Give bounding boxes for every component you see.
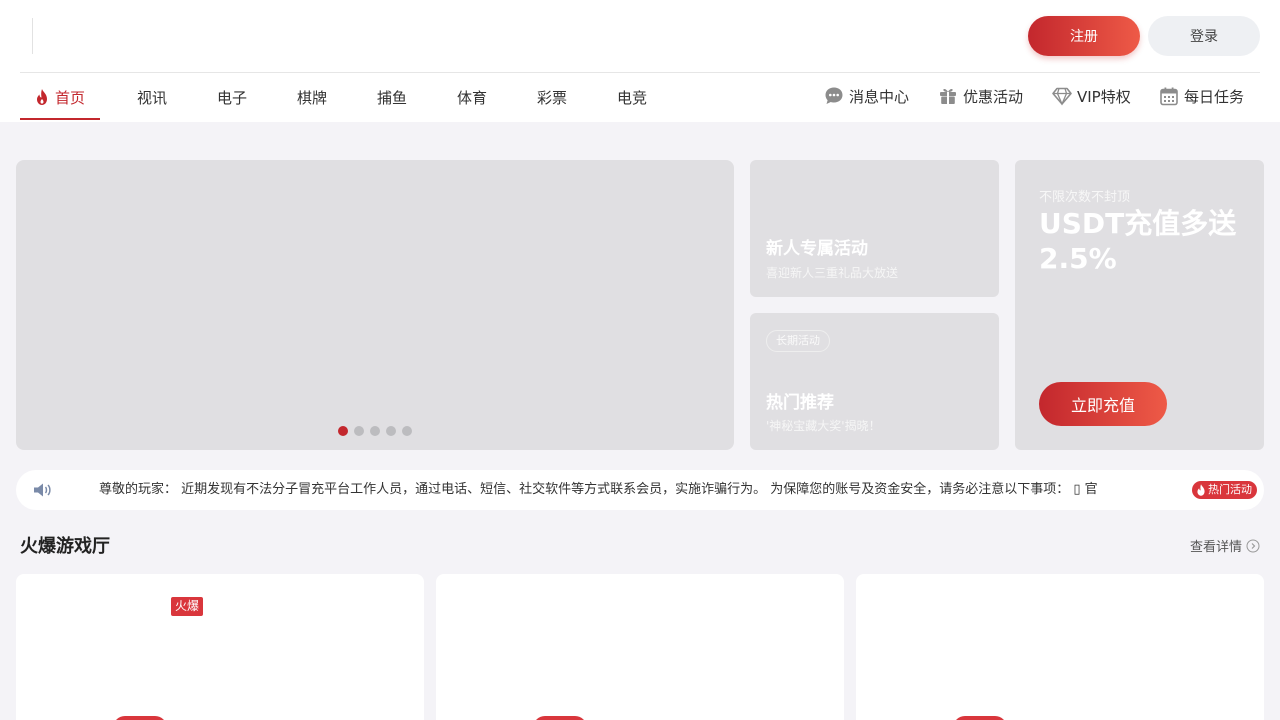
promo-title: 新人专属活动 — [766, 239, 868, 259]
nav-item-live[interactable]: 视讯 — [112, 73, 192, 121]
hot-badge-label: 热门活动 — [1208, 483, 1252, 496]
nav-vip[interactable]: VIP特权 — [1052, 73, 1131, 119]
carousel-dot[interactable] — [386, 426, 396, 436]
game-card[interactable] — [436, 574, 844, 720]
game-card-button[interactable] — [113, 716, 167, 720]
section-title: 火爆游戏厅 — [20, 536, 110, 557]
nav-item-lottery[interactable]: 彩票 — [512, 73, 592, 121]
carousel-dot[interactable] — [338, 426, 348, 436]
hot-activity-badge[interactable]: 热门活动 — [1192, 481, 1257, 499]
nav-item-esports[interactable]: 电竞 — [592, 73, 672, 121]
carousel-dots — [338, 426, 412, 436]
notice-marquee-text: 尊敬的玩家： 近期发现有不法分子冒充平台工作人员，通过电话、短信、社交软件等方式… — [99, 482, 1098, 497]
banner-carousel[interactable] — [16, 160, 734, 450]
nav-daily-tasks[interactable]: 每日任务 — [1159, 73, 1244, 119]
nav-label: 每日任务 — [1184, 87, 1245, 106]
speaker-icon — [34, 483, 51, 497]
nav-message-center[interactable]: 消息中心 — [824, 73, 909, 119]
nav-label: 消息中心 — [849, 87, 910, 106]
calendar-icon — [1160, 87, 1178, 106]
nav-item-fishing[interactable]: 捕鱼 — [352, 73, 432, 121]
carousel-dot[interactable] — [402, 426, 412, 436]
game-card[interactable] — [856, 574, 1264, 720]
login-button[interactable]: 登录 — [1148, 16, 1260, 56]
notice-bar: 尊敬的玩家： 近期发现有不法分子冒充平台工作人员，通过电话、短信、社交软件等方式… — [16, 470, 1264, 510]
game-card-button[interactable] — [533, 716, 587, 720]
game-card-button[interactable] — [953, 716, 1007, 720]
register-button[interactable]: 注册 — [1028, 16, 1140, 56]
promo-card-usdt[interactable]: 不限次数不封顶 USDT充值多送2.5% 立即充值 — [1015, 160, 1264, 450]
promo-subtitle: '神秘宝藏大奖'揭晓！ — [766, 419, 881, 433]
gift-icon — [940, 88, 956, 104]
view-more-link[interactable]: 查看详情 — [1190, 536, 1260, 555]
nav-label: 优惠活动 — [963, 87, 1024, 106]
carousel-dot[interactable] — [354, 426, 364, 436]
nav-item-slots[interactable]: 电子 — [192, 73, 272, 121]
top-header: 注册 登录 首页 视讯 电子 棋牌 捕鱼 体育 彩票 电竞 消息中心 优惠活动 — [0, 0, 1280, 122]
promo-title: 热门推荐 — [766, 393, 834, 413]
promo-subtitle: 喜迎新人三重礼品大放送 — [766, 266, 899, 280]
nav-item-sports[interactable]: 体育 — [432, 73, 512, 121]
nav-promotions[interactable]: 优惠活动 — [938, 73, 1023, 119]
fire-icon — [36, 89, 47, 105]
nav-active-underline — [20, 118, 100, 120]
diamond-icon — [1052, 87, 1072, 106]
promo-card-hot[interactable]: 长期活动 热门推荐 '神秘宝藏大奖'揭晓！ — [750, 313, 999, 450]
nav-label: VIP特权 — [1077, 87, 1131, 106]
promo-card-newcomer[interactable]: 新人专属活动 喜迎新人三重礼品大放送 — [750, 160, 999, 297]
chevron-right-circle-icon — [1246, 539, 1260, 552]
logo-divider — [32, 18, 33, 54]
view-more-label: 查看详情 — [1190, 540, 1243, 555]
recharge-button[interactable]: 立即充值 — [1039, 382, 1167, 426]
nav-item-home[interactable]: 首页 — [20, 73, 100, 121]
promo-small-text: 不限次数不封顶 — [1039, 190, 1131, 205]
promo-headline: USDT充值多送2.5% — [1039, 207, 1237, 275]
fire-icon — [1197, 484, 1205, 496]
nav-item-cards[interactable]: 棋牌 — [272, 73, 352, 121]
nav-label: 首页 — [54, 88, 85, 107]
game-card[interactable]: 火爆 — [16, 574, 424, 720]
chat-bubble-icon — [825, 87, 843, 104]
hot-tag: 火爆 — [171, 597, 204, 616]
promo-tag: 长期活动 — [766, 330, 830, 352]
carousel-dot[interactable] — [370, 426, 380, 436]
